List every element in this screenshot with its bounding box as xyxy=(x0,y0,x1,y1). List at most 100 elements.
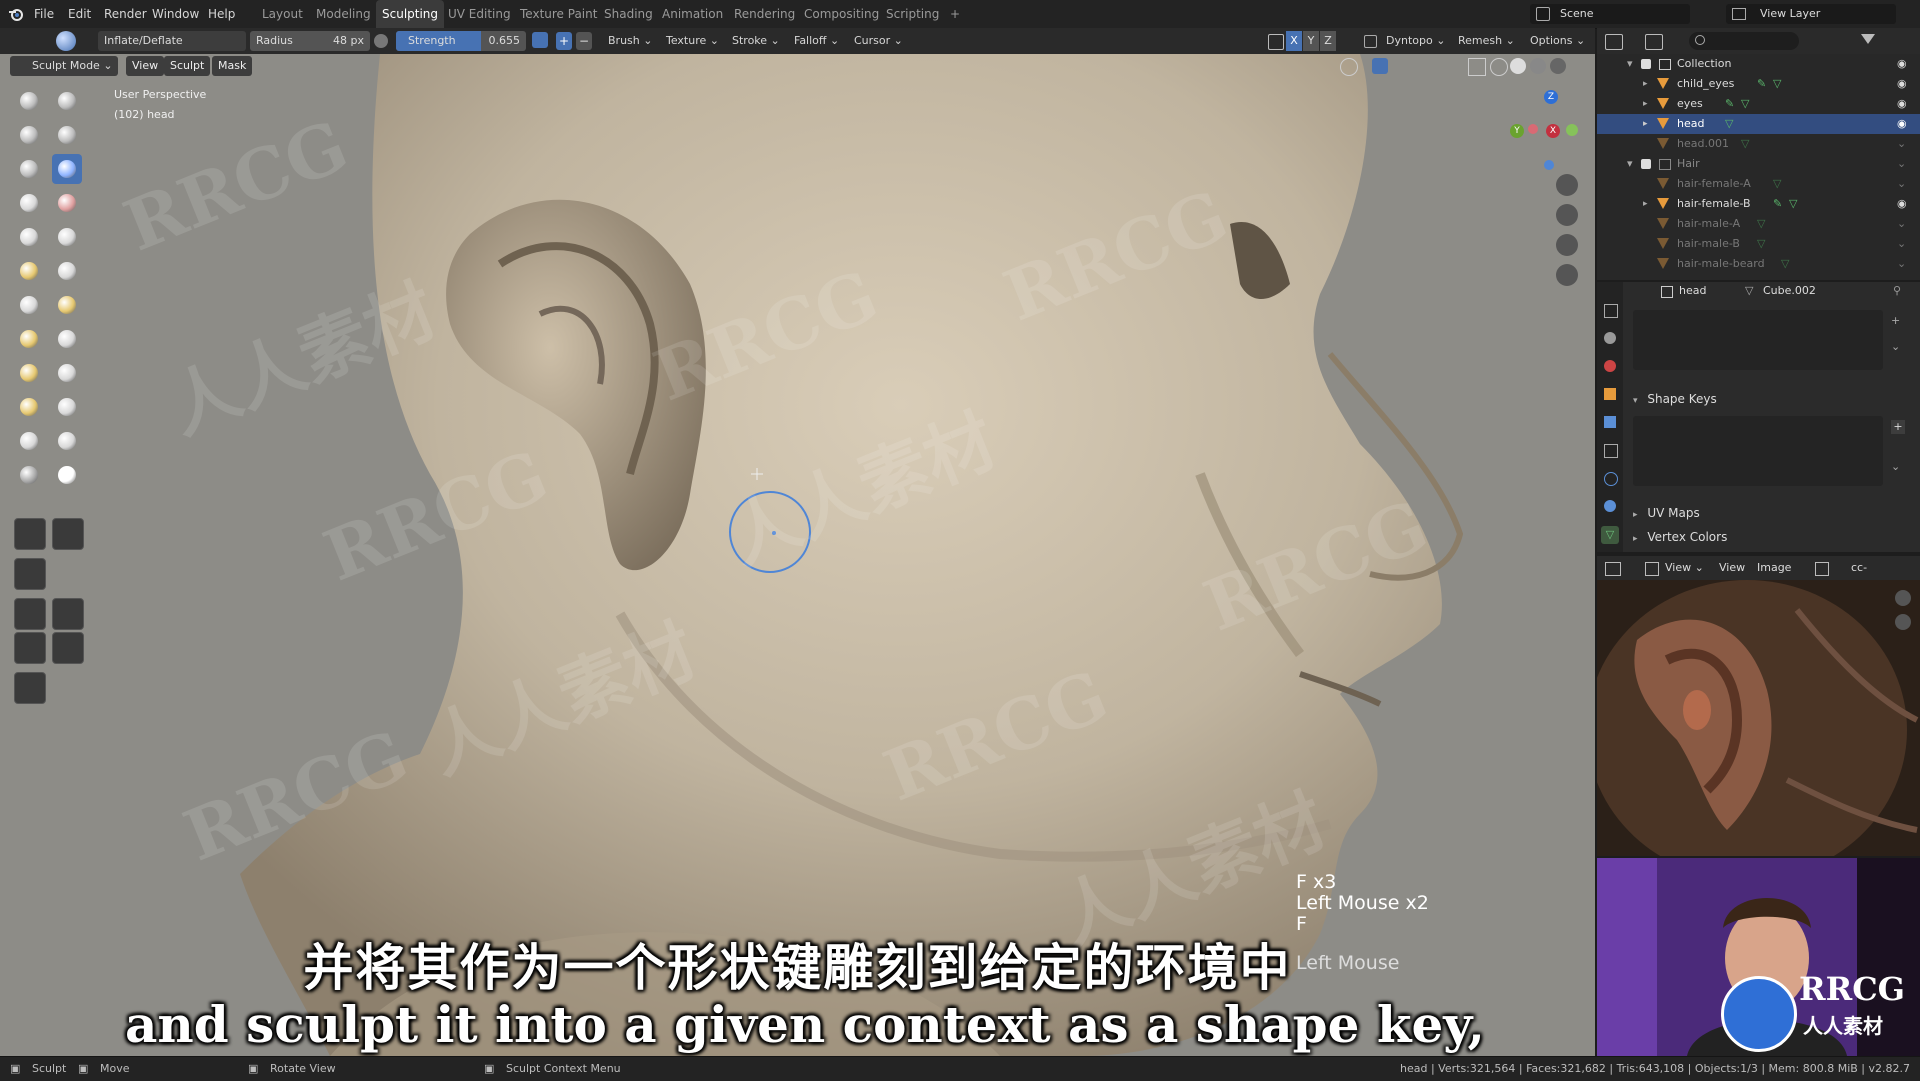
gizmo-toggle-icon[interactable] xyxy=(1372,58,1388,74)
rotate-brush-icon[interactable] xyxy=(14,426,44,456)
menu-window[interactable]: Window xyxy=(152,0,199,28)
eye-icon[interactable]: ◉ xyxy=(1897,74,1907,94)
tab-animation[interactable]: Animation xyxy=(656,0,729,28)
strength-pressure-icon[interactable] xyxy=(532,32,548,48)
checkbox-icon[interactable] xyxy=(1641,59,1651,69)
scrape-brush-icon[interactable] xyxy=(52,256,82,286)
radius-field[interactable]: Radius 48 px xyxy=(250,31,370,51)
expand-arrow-icon[interactable]: ▸ xyxy=(1633,510,1638,520)
rotate-icon[interactable] xyxy=(52,598,84,630)
grab-brush-icon[interactable] xyxy=(14,324,44,354)
menu-edit[interactable]: Edit xyxy=(68,0,91,28)
gizmo-y-axis[interactable]: Y xyxy=(1510,124,1524,138)
gizmo-neg-x[interactable] xyxy=(1528,124,1538,134)
menu-help[interactable]: Help xyxy=(208,0,235,28)
gizmo-x-axis[interactable]: X xyxy=(1546,124,1560,138)
list-menu-icon[interactable]: ⌄ xyxy=(1891,460,1900,473)
pan-hand-icon[interactable] xyxy=(1895,614,1911,630)
pinch-brush-icon[interactable] xyxy=(52,290,82,320)
expand-arrow-icon[interactable]: ▸ xyxy=(1643,194,1648,214)
blender-logo-icon[interactable] xyxy=(8,6,24,22)
shape-keys-section-header[interactable]: ▾ Shape Keys xyxy=(1633,392,1913,412)
physics-tab-icon[interactable] xyxy=(1604,472,1618,486)
mask-menu[interactable]: Mask xyxy=(212,56,253,76)
pose-brush-icon[interactable] xyxy=(14,392,44,422)
outliner-row-object[interactable]: head.001 ▽ ⌄ xyxy=(1597,134,1920,154)
outliner-row-object[interactable]: ▸ eyes ✎ ▽ ◉ xyxy=(1597,94,1920,114)
outliner-row-collection[interactable]: ▾ Collection ◉ xyxy=(1597,54,1920,74)
eye-hidden-icon[interactable]: ⌄ xyxy=(1897,214,1906,234)
symmetry-icon[interactable] xyxy=(1268,34,1284,50)
eye-icon[interactable]: ◉ xyxy=(1897,114,1907,134)
uv-maps-section-header[interactable]: ▸ UV Maps xyxy=(1633,506,1700,520)
eye-hidden-icon[interactable]: ⌄ xyxy=(1897,254,1906,274)
eye-hidden-icon[interactable]: ⌄ xyxy=(1897,174,1906,194)
eye-icon[interactable]: ◉ xyxy=(1897,54,1907,74)
tab-scripting[interactable]: Scripting xyxy=(880,0,945,28)
multiplane-scrape-brush-icon[interactable] xyxy=(14,290,44,320)
collapse-arrow-icon[interactable]: ▾ xyxy=(1633,396,1638,406)
smooth-brush-icon[interactable] xyxy=(14,222,44,252)
strength-field[interactable]: Strength 0.655 xyxy=(396,31,526,51)
transform-icon[interactable] xyxy=(52,632,84,664)
blob-brush-icon[interactable] xyxy=(14,188,44,218)
mask-brush-icon[interactable] xyxy=(52,460,82,490)
move-icon[interactable] xyxy=(14,598,46,630)
fill-brush-icon[interactable] xyxy=(14,256,44,286)
overlay-toggle-icon[interactable] xyxy=(1340,58,1358,76)
scale-icon[interactable] xyxy=(14,632,46,664)
outliner-row-object[interactable]: hair-female-A ▽ ⌄ xyxy=(1597,174,1920,194)
sculpt-menu[interactable]: Sculpt xyxy=(164,56,211,76)
expand-arrow-icon[interactable]: ▾ xyxy=(1627,154,1633,174)
dyntopo-checkbox[interactable] xyxy=(1364,35,1377,48)
view-layer-selector[interactable]: View Layer xyxy=(1726,4,1896,24)
image-editor[interactable]: View ⌄ View Image cc-0_elderly.p xyxy=(1597,556,1920,856)
radius-pressure-icon[interactable] xyxy=(374,34,388,48)
modifier-tab-icon[interactable] xyxy=(1604,416,1616,428)
tab-layout[interactable]: Layout xyxy=(256,0,309,28)
eye-hidden-icon[interactable]: ⌄ xyxy=(1897,154,1906,174)
pin-icon[interactable]: ⚲ xyxy=(1893,284,1901,297)
remesh-dropdown[interactable]: Remesh ⌄ xyxy=(1458,31,1515,51)
direction-add-button[interactable]: + xyxy=(556,32,572,50)
lasso-mask-icon[interactable] xyxy=(52,518,84,550)
outliner-editor-icon[interactable] xyxy=(1605,34,1623,50)
outliner-row-collection[interactable]: ▾ Hair ⌄ xyxy=(1597,154,1920,174)
scene-selector[interactable]: Scene xyxy=(1530,4,1690,24)
tab-rendering[interactable]: Rendering xyxy=(728,0,801,28)
pan-hand-icon[interactable] xyxy=(1556,204,1578,226)
box-hide-icon[interactable] xyxy=(14,558,46,590)
falloff-dropdown[interactable]: Falloff ⌄ xyxy=(794,31,839,51)
view-menu[interactable]: View xyxy=(126,56,165,76)
elastic-deform-brush-icon[interactable] xyxy=(52,324,82,354)
expand-arrow-icon[interactable]: ▸ xyxy=(1633,534,1638,544)
layer-brush-icon[interactable] xyxy=(14,154,44,184)
texture-dropdown[interactable]: Texture ⌄ xyxy=(666,31,719,51)
outliner-row-object[interactable]: hair-male-A ▽ ⌄ xyxy=(1597,214,1920,234)
view-menu[interactable]: View ⌄ xyxy=(1665,556,1704,580)
axis-x-toggle[interactable]: X xyxy=(1286,31,1302,51)
vertex-colors-section-header[interactable]: ▸ Vertex Colors xyxy=(1633,530,1727,544)
view-mode-icon[interactable] xyxy=(1645,562,1659,576)
solid-shading-icon[interactable] xyxy=(1510,58,1526,74)
shape-keys-list[interactable] xyxy=(1633,416,1883,486)
image-browse-icon[interactable] xyxy=(1815,562,1829,576)
zoom-icon[interactable] xyxy=(1895,590,1911,606)
outliner-row-object[interactable]: hair-male-beard ▽ ⌄ xyxy=(1597,254,1920,274)
mesh-data-tab-icon[interactable]: ▽ xyxy=(1601,526,1619,544)
brush-preview-icon[interactable] xyxy=(56,31,76,51)
inflate-brush-icon[interactable] xyxy=(52,154,82,184)
draw-brush-icon[interactable] xyxy=(14,86,44,116)
add-workspace-button[interactable]: + xyxy=(944,0,966,28)
render-tab-icon[interactable] xyxy=(1604,332,1616,344)
annotate-icon[interactable] xyxy=(14,672,46,704)
tab-uv-editing[interactable]: UV Editing xyxy=(442,0,517,28)
stroke-dropdown[interactable]: Stroke ⌄ xyxy=(732,31,780,51)
expand-arrow-icon[interactable]: ▸ xyxy=(1643,94,1648,114)
gizmo-neg-y[interactable] xyxy=(1566,124,1578,136)
tab-texture-paint[interactable]: Texture Paint xyxy=(514,0,603,28)
simplify-brush-icon[interactable] xyxy=(14,460,44,490)
brush-name-field[interactable]: Inflate/Deflate xyxy=(98,31,246,51)
ortho-grid-icon[interactable] xyxy=(1556,264,1578,286)
menu-file[interactable]: File xyxy=(34,0,54,28)
